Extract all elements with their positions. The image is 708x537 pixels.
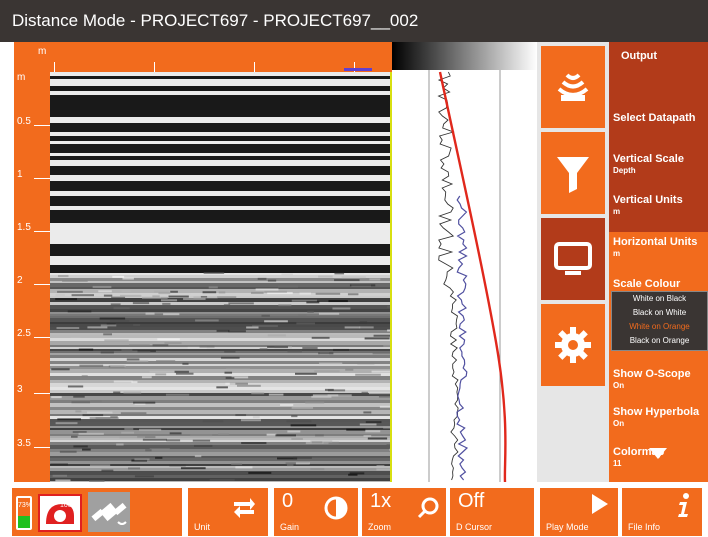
unit-button-label: Unit [194, 522, 211, 532]
d-cursor-button[interactable]: Off D Cursor [450, 488, 534, 536]
output-category-button[interactable] [541, 46, 605, 128]
menu-output[interactable]: Output [621, 50, 708, 62]
zoom-label: Zoom [368, 522, 392, 532]
depth-label: 1.5 [17, 222, 31, 233]
menu-show-hyperbola-label: Show Hyperbola [613, 406, 700, 418]
menu-vertical-scale[interactable]: Vertical Scale Depth [613, 153, 708, 175]
menu-show-oscope-value: On [613, 381, 625, 390]
menu-vertical-units-label: Vertical Units [613, 194, 683, 206]
colour-scale-bar [392, 42, 537, 70]
menu-show-oscope[interactable]: Show O-Scope On [613, 368, 708, 390]
status-group: 73% 100% [12, 488, 182, 536]
depth-label: 3.5 [17, 438, 31, 449]
ruler-tick [34, 178, 50, 179]
filter-category-button[interactable] [541, 132, 605, 214]
gear-icon [555, 327, 591, 363]
menu-vertical-scale-value: Depth [613, 166, 636, 175]
ruler-tick [254, 62, 255, 72]
o-scope-envelope [456, 195, 469, 481]
menu-horizontal-units[interactable]: Horizontal Units m [613, 236, 708, 258]
file-info-button[interactable]: File Info [622, 488, 702, 536]
unit-button[interactable]: Unit [188, 488, 268, 536]
dropdown-option[interactable]: White on Black [612, 292, 707, 306]
chevron-down-icon [649, 448, 667, 459]
bottom-toolbar: 73% 100% Unit 0 Gain 1x Zoom Off D Curso… [0, 482, 708, 536]
contrast-icon [324, 496, 348, 520]
ruler-tick [34, 125, 50, 126]
zoom-value: 1x [370, 490, 392, 512]
menu-vertical-units[interactable]: Vertical Units m [613, 194, 708, 216]
menu-scale-colour-label: Scale Colour [613, 278, 681, 290]
menu-horizontal-units-value: m [613, 249, 621, 258]
battery-fill [18, 516, 30, 528]
o-scope-panel [392, 42, 537, 483]
display-category-button[interactable] [541, 218, 605, 300]
magnifier-icon [417, 497, 439, 519]
radar-waves-icon [557, 73, 589, 101]
ruler-tick [154, 62, 155, 72]
menu-horizontal-units-label: Horizontal Units [613, 236, 698, 248]
depth-label: 2 [17, 275, 23, 286]
dropdown-option[interactable]: Black on White [612, 306, 707, 320]
ruler-tick [34, 231, 50, 232]
menu-select-datapath[interactable]: Select Datapath [613, 112, 708, 124]
gain-value: 0 [282, 490, 294, 512]
menu-show-oscope-label: Show O-Scope [613, 368, 691, 380]
ruler-tick [34, 447, 50, 448]
window-title: Distance Mode - PROJECT697 - PROJECT697_… [0, 0, 708, 42]
position-marker [344, 68, 372, 71]
o-scope-plot [392, 42, 537, 483]
settings-menu: Output Select Datapath Vertical Scale De… [609, 42, 708, 482]
menu-select-datapath-label: Select Datapath [613, 112, 696, 124]
ruler-tick [34, 337, 50, 338]
radargram-image [50, 72, 391, 482]
menu-vertical-scale-label: Vertical Scale [613, 153, 684, 165]
horizontal-ruler-unit: m [38, 46, 47, 57]
depth-label: 3 [17, 384, 23, 395]
vertical-ruler: m 0.5 1 1.5 2 2.5 3 3.5 [14, 72, 50, 482]
monitor-icon [554, 242, 592, 275]
horizontal-ruler: m [14, 42, 392, 72]
unit-level: 100% [60, 502, 78, 509]
depth-label: 0.5 [17, 116, 31, 127]
menu-show-hyperbola[interactable]: Show Hyperbola On [613, 406, 708, 428]
ruler-tick [34, 393, 50, 394]
play-mode-button[interactable]: Play Mode [540, 488, 618, 536]
swap-icon [234, 498, 255, 518]
zoom-button[interactable]: 1x Zoom [362, 488, 446, 536]
menu-show-hyperbola-value: On [613, 419, 625, 428]
menu-colormap-value: 11 [613, 459, 622, 468]
gpr-unit-icon [38, 494, 82, 532]
funnel-filter-icon [557, 157, 589, 193]
hyperbola-curve [438, 71, 507, 483]
file-info-label: File Info [628, 522, 661, 532]
settings-category-button[interactable] [541, 304, 605, 386]
info-icon [678, 493, 689, 517]
dropdown-option[interactable]: Black on Orange [612, 334, 707, 348]
battery-level: 73% [18, 502, 33, 509]
depth-label: 1 [17, 169, 23, 180]
d-cursor-value: Off [458, 490, 485, 512]
gps-icon [88, 492, 130, 532]
category-icon-column [537, 42, 609, 482]
gain-button[interactable]: 0 Gain [274, 488, 358, 536]
scale-colour-dropdown[interactable]: White on Black Black on White White on O… [611, 291, 708, 351]
menu-output-label: Output [621, 50, 658, 62]
o-scope-trace [437, 71, 459, 481]
gain-label: Gain [280, 522, 300, 532]
menu-vertical-units-value: m [613, 207, 621, 216]
play-icon [592, 494, 608, 514]
d-cursor-label: D Cursor [456, 522, 493, 532]
play-mode-label: Play Mode [546, 522, 589, 532]
app-window: Distance Mode - PROJECT697 - PROJECT697_… [0, 0, 708, 536]
menu-scale-colour[interactable]: Scale Colour [613, 278, 708, 290]
ruler-tick [54, 62, 55, 72]
depth-label: 2.5 [17, 328, 31, 339]
dropdown-option-selected[interactable]: White on Orange [612, 320, 707, 334]
vertical-ruler-unit: m [17, 72, 26, 83]
ruler-tick [34, 284, 50, 285]
radargram-view[interactable] [50, 72, 391, 482]
